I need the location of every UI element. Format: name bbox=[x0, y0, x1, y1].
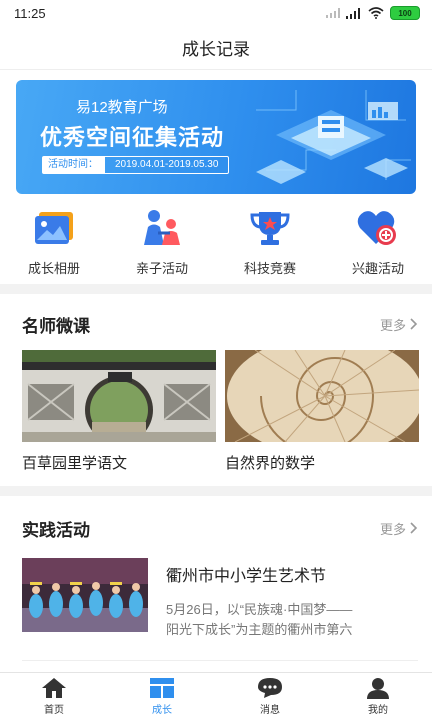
more-courses-link[interactable]: 更多 bbox=[380, 315, 418, 334]
course-title: 自然界的数学 bbox=[225, 455, 316, 472]
garden-gate-image bbox=[22, 350, 216, 442]
quick-links: 成长相册 亲子活动 科技竞赛 兴趣活动 bbox=[0, 206, 432, 282]
banner-time-label: 活动时间： bbox=[42, 156, 104, 174]
quick-link-label: 科技竞赛 bbox=[243, 261, 296, 276]
tab-messages[interactable]: 消息 bbox=[216, 673, 324, 720]
practice-activities-header: 实践活动 更多 bbox=[22, 514, 418, 542]
banner-subtitle: 易12教育广场 bbox=[76, 99, 168, 116]
nautilus-shell-image bbox=[225, 350, 419, 442]
course-title: 百草园里学语文 bbox=[22, 455, 128, 472]
status-time: 11:25 bbox=[14, 5, 46, 21]
more-label: 更多 bbox=[379, 521, 406, 537]
tab-profile[interactable]: 我的 bbox=[324, 673, 432, 720]
stage-performance-image bbox=[22, 558, 148, 632]
course-card[interactable]: 自然界的数学 bbox=[225, 350, 419, 473]
quick-link-album[interactable]: 成长相册 bbox=[0, 206, 108, 282]
quick-link-tech-contest[interactable]: 科技竞赛 bbox=[216, 206, 324, 282]
signal-icon bbox=[326, 8, 340, 18]
section-title: 实践活动 bbox=[22, 520, 90, 540]
chevron-right-icon bbox=[410, 522, 418, 534]
activity-title: 衢州市中小学生艺术节 bbox=[166, 568, 327, 585]
home-icon bbox=[42, 678, 66, 698]
quick-link-interest[interactable]: 兴趣活动 bbox=[324, 206, 432, 282]
battery-level: 100 bbox=[398, 8, 412, 18]
list-separator bbox=[22, 660, 418, 666]
heart-icon bbox=[356, 206, 400, 250]
quick-link-label: 亲子活动 bbox=[135, 261, 188, 276]
hd-signal-icon bbox=[346, 7, 360, 19]
status-icons: 100 bbox=[326, 6, 420, 20]
chevron-right-icon bbox=[410, 318, 418, 330]
tab-label: 我的 bbox=[368, 705, 388, 716]
profile-icon bbox=[367, 678, 389, 699]
quick-link-label: 成长相册 bbox=[27, 261, 80, 276]
activity-text: 衢州市中小学生艺术节 5月26日，以“民族魂·中国梦—— 阳光下成长”为主题的衢… bbox=[166, 558, 418, 637]
section-divider bbox=[0, 486, 432, 496]
tab-bar: 首页 成长 消息 我的 bbox=[0, 672, 432, 720]
banner-title: 优秀空间征集活动 bbox=[40, 125, 225, 150]
photo-album-icon bbox=[32, 206, 76, 250]
wifi-icon bbox=[368, 7, 384, 19]
trophy-icon bbox=[248, 206, 292, 250]
message-icon bbox=[258, 678, 282, 698]
activity-description: 5月26日，以“民族魂·中国梦—— 阳光下成长”为主题的衢州市第六 bbox=[166, 600, 418, 640]
section-title: 名师微课 bbox=[22, 316, 90, 336]
more-activities-link[interactable]: 更多 bbox=[380, 519, 418, 538]
nav-bar: 成长记录 bbox=[0, 26, 432, 70]
quick-link-parent-child[interactable]: 亲子活动 bbox=[108, 206, 216, 282]
tech-illustration bbox=[256, 90, 411, 184]
promo-banner[interactable]: 易12教育广场 优秀空间征集活动 活动时间： 2019.04.01-2019.0… bbox=[16, 80, 416, 194]
section-divider bbox=[0, 284, 432, 294]
tab-home[interactable]: 首页 bbox=[0, 673, 108, 720]
teacher-courses-header: 名师微课 更多 bbox=[22, 310, 418, 338]
battery-icon: 100 bbox=[390, 6, 420, 20]
status-bar: 11:25 100 bbox=[0, 0, 432, 26]
parent-child-icon bbox=[140, 206, 184, 250]
tab-label: 成长 bbox=[152, 705, 172, 716]
growth-icon bbox=[150, 678, 174, 698]
activity-desc-line: 阳光下成长”为主题的衢州市第六 bbox=[166, 622, 353, 637]
activity-desc-line: 5月26日，以“民族魂·中国梦—— bbox=[166, 602, 353, 617]
tab-growth[interactable]: 成长 bbox=[108, 673, 216, 720]
banner-time-value: 2019.04.01-2019.05.30 bbox=[104, 156, 230, 174]
tab-label: 消息 bbox=[260, 705, 280, 716]
tab-label: 首页 bbox=[44, 705, 64, 716]
quick-link-label: 兴趣活动 bbox=[351, 261, 404, 276]
activity-item[interactable]: 衢州市中小学生艺术节 5月26日，以“民族魂·中国梦—— 阳光下成长”为主题的衢… bbox=[22, 558, 418, 637]
page-title: 成长记录 bbox=[182, 40, 250, 59]
more-label: 更多 bbox=[379, 317, 406, 333]
banner-time: 活动时间： 2019.04.01-2019.05.30 bbox=[42, 156, 230, 174]
course-card[interactable]: 百草园里学语文 bbox=[22, 350, 216, 473]
